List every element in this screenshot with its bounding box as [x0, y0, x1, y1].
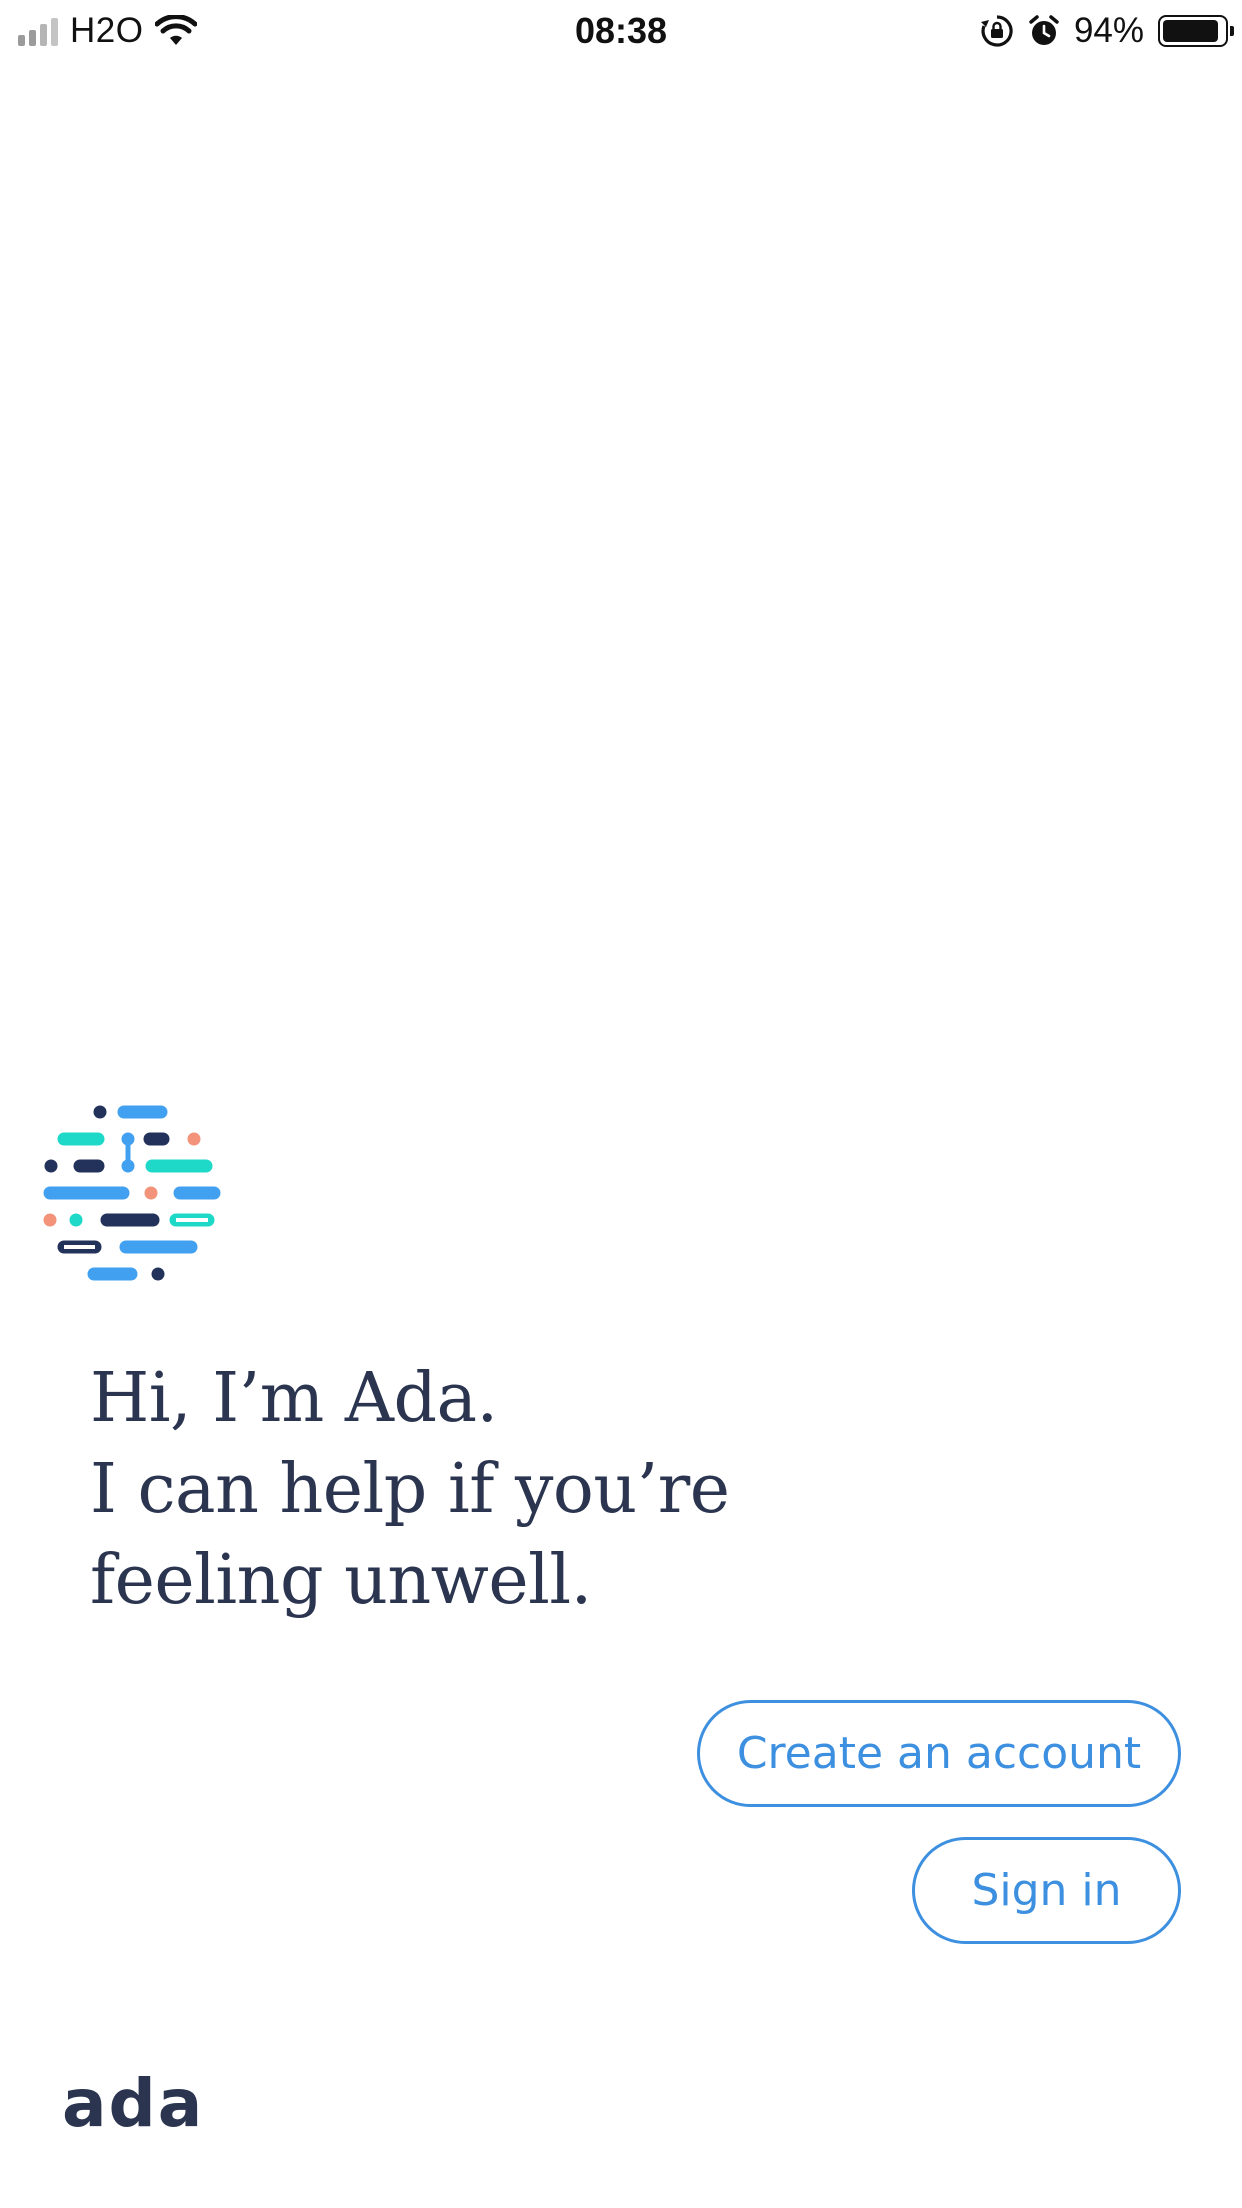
- battery-fill: [1163, 20, 1218, 42]
- status-right: 94%: [980, 8, 1234, 54]
- sign-in-button[interactable]: Sign in: [912, 1837, 1181, 1944]
- alarm-icon: [1029, 15, 1059, 45]
- greeting-line-1: Hi, I’m Ada.: [90, 1359, 498, 1438]
- ada-wordmark-logo: ada: [62, 2065, 205, 2142]
- battery-percent: 94%: [1073, 11, 1144, 50]
- orientation-lock-icon: [980, 15, 1013, 47]
- status-bar: H2O 08:38 94%: [0, 0, 1242, 62]
- create-account-button[interactable]: Create an account: [697, 1700, 1181, 1807]
- greeting-line-3: feeling unwell.: [90, 1541, 592, 1620]
- battery-icon: [1158, 15, 1234, 47]
- ada-logo-mark-icon: [43, 1105, 221, 1281]
- greeting-text: Hi, I’m Ada. I can help if you’re feelin…: [90, 1353, 890, 1626]
- greeting-line-2: I can help if you’re: [90, 1450, 730, 1529]
